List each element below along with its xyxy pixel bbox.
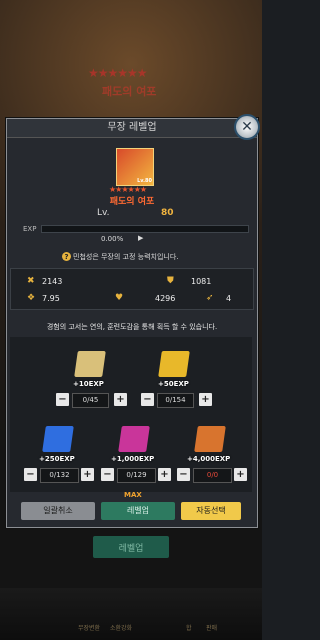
- levelup-dialog: 무장 레벨업 Lv.80 ★★★★★★ 패도의 여포 Lv. 80 EXP 0.…: [6, 118, 258, 528]
- book-250-minus-button[interactable]: −: [24, 468, 37, 481]
- exp-book-250-icon: [42, 426, 74, 452]
- exp-book-4000-icon: [194, 426, 226, 452]
- book-10-minus-button[interactable]: −: [56, 393, 69, 406]
- background-hero-name: 패도의 여포: [102, 85, 157, 98]
- tab-label: 합: [186, 625, 192, 632]
- exp-book-50-label: +50EXP: [158, 380, 189, 388]
- exp-percent: 0.00%: [101, 235, 124, 243]
- hp-icon: ♥: [115, 293, 124, 303]
- book-50-minus-button[interactable]: −: [141, 393, 154, 406]
- tab-label: 판매: [206, 625, 218, 632]
- exp-book-1000-label: +1,000EXP: [111, 455, 155, 463]
- book-10-count: 0/45: [72, 393, 109, 408]
- attack-icon: ✖: [27, 276, 35, 286]
- exp-book-1000-icon: [118, 426, 150, 452]
- book-1000-plus-button[interactable]: +: [158, 468, 171, 481]
- hp-value: 4296: [155, 294, 176, 303]
- dialog-title: 무장 레벨업: [7, 119, 257, 138]
- exp-book-250-label: +250EXP: [39, 455, 75, 463]
- hero-avatar[interactable]: Lv.80: [116, 148, 154, 186]
- book-10-plus-button[interactable]: +: [114, 393, 127, 406]
- book-4000-count: 0/0: [193, 468, 232, 483]
- defense-value: 1081: [191, 277, 212, 286]
- book-50-plus-button[interactable]: +: [199, 393, 212, 406]
- exp-bar: [41, 225, 249, 233]
- book-1000-count: 0/129: [117, 468, 156, 483]
- description-text: 경험의 고서는 연의, 훈련도감을 통해 획득 할 수 있습니다.: [46, 323, 218, 331]
- tab-label: 소환강화: [110, 625, 133, 632]
- book-250-count: 0/132: [40, 468, 79, 483]
- exp-book-50-icon: [158, 351, 190, 377]
- agility-value: 7.95: [42, 294, 60, 303]
- exp-book-4000-label: +4,000EXP: [187, 455, 231, 463]
- cancel-all-button[interactable]: 일괄취소: [21, 502, 95, 520]
- move-icon: ➶: [206, 293, 214, 303]
- defense-icon: ⛊: [167, 276, 174, 286]
- book-4000-plus-button[interactable]: +: [234, 468, 247, 481]
- info-text: 민첩성은 무장의 고정 능력치입니다.: [73, 253, 179, 261]
- attack-value: 2143: [42, 277, 63, 286]
- background-bottom-bar: 무장변환 소환강화 합 판매: [0, 588, 262, 640]
- max-label: MAX: [124, 491, 142, 499]
- tab-label: 무장변환: [78, 625, 101, 632]
- levelup-button[interactable]: 레벨업: [101, 502, 175, 520]
- exp-label: EXP: [23, 225, 37, 233]
- level-label: Lv.: [97, 208, 110, 218]
- books-section: +10EXP − 0/45 + +50EXP − 0/154 + +250EXP…: [10, 337, 252, 492]
- exp-book-10-icon: [74, 351, 106, 377]
- book-250-plus-button[interactable]: +: [81, 468, 94, 481]
- book-50-count: 0/154: [157, 393, 194, 408]
- stats-panel: ✖ 2143 ⛊ 1081 ❖ 7.95 ♥ 4296 ➶ 4: [10, 268, 254, 310]
- exp-book-10-label: +10EXP: [73, 380, 104, 388]
- info-icon: ?: [62, 252, 71, 261]
- hero-stars: ★★★★★★: [109, 185, 147, 194]
- hero-level-badge: Lv.80: [137, 178, 152, 184]
- play-icon: ▶: [138, 234, 144, 242]
- move-value: 4: [226, 294, 232, 303]
- book-4000-minus-button[interactable]: −: [177, 468, 190, 481]
- background-stars: ★★★★★★: [88, 66, 148, 80]
- close-icon[interactable]: ✕: [234, 114, 260, 140]
- book-1000-minus-button[interactable]: −: [101, 468, 114, 481]
- background-levelup-button: 레벨업: [93, 536, 169, 558]
- agility-icon: ❖: [27, 293, 36, 303]
- auto-select-button[interactable]: 자동선택: [181, 502, 241, 520]
- level-value: 80: [161, 208, 174, 218]
- hero-name: 패도의 여포: [109, 197, 155, 207]
